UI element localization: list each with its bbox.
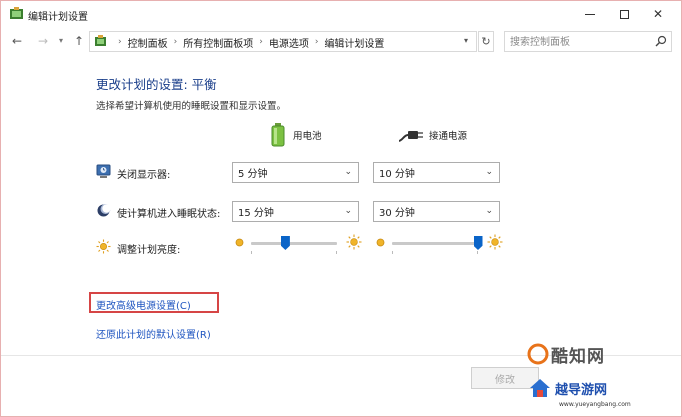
brightness-high-icon <box>487 234 503 250</box>
brightness-label: 调整计划亮度: <box>117 245 181 256</box>
maximize-icon <box>619 9 629 19</box>
search-icon <box>655 35 667 47</box>
slider-ticks <box>251 251 337 254</box>
search-input[interactable] <box>510 35 650 49</box>
up-button[interactable]: ↑ <box>71 33 87 49</box>
chevron-down-icon: ⌄ <box>344 206 352 216</box>
brightness-high-icon <box>346 234 362 250</box>
slider-track[interactable] <box>251 242 337 245</box>
left-arrow-icon: ← <box>11 34 23 48</box>
slider-thumb[interactable] <box>473 236 483 250</box>
main-content: 更改计划的设置: 平衡 选择希望计算机使用的睡眠设置和显示设置。 用电池 接通电… <box>1 56 681 356</box>
breadcrumb-separator: › <box>118 37 122 47</box>
restore-defaults-link[interactable]: 还原此计划的默认设置(R) <box>96 326 211 341</box>
save-changes-button[interactable]: 修改 <box>471 367 539 389</box>
chevron-down-icon: ⌄ <box>344 167 352 177</box>
sleep-moon-icon <box>97 204 111 217</box>
turn-off-display-plugged-select[interactable]: 10 分钟 ⌄ <box>373 162 500 183</box>
recent-locations-button[interactable]: ▾ <box>53 33 69 49</box>
brightness-low-icon <box>376 238 385 247</box>
breadcrumb-separator[interactable]: › <box>315 37 319 47</box>
search-box[interactable] <box>504 31 672 52</box>
footer-divider <box>1 355 681 356</box>
save-button-label: 修改 <box>495 374 515 386</box>
advanced-power-settings-link[interactable]: 更改高级电源设置(C) <box>96 297 191 312</box>
display-icon <box>96 164 111 178</box>
title-bar: 编辑计划设置 ✕ <box>1 1 681 27</box>
slider-ticks <box>392 251 478 254</box>
column-label-battery: 用电池 <box>293 131 322 142</box>
battery-icon <box>271 123 285 147</box>
sleep-plugged-select[interactable]: 30 分钟 ⌄ <box>373 201 500 222</box>
forward-button[interactable]: → <box>35 33 51 49</box>
turn-off-display-label: 关闭显示器: <box>117 170 171 181</box>
watermark-url: www.yueyangbang.com <box>559 401 631 408</box>
slider-thumb[interactable] <box>280 236 290 250</box>
breadcrumb-separator[interactable]: › <box>174 37 178 47</box>
select-value: 5 分钟 <box>238 169 268 180</box>
refresh-button[interactable]: ↻ <box>478 31 494 52</box>
chevron-down-icon: ⌄ <box>485 167 493 177</box>
select-value: 15 分钟 <box>238 208 274 219</box>
select-value: 10 分钟 <box>379 169 415 180</box>
close-icon: ✕ <box>652 7 664 21</box>
column-header-plugged-in: 接通电源 <box>399 120 467 150</box>
close-button[interactable]: ✕ <box>641 1 675 27</box>
navigation-bar: ← → ▾ ↑ › 控制面板 › 所有控制面板项 › 电源选项 › 编辑计划设置… <box>1 29 681 53</box>
sleep-battery-select[interactable]: 15 分钟 ⌄ <box>232 201 359 222</box>
refresh-icon: ↻ <box>481 35 491 48</box>
column-header-battery: 用电池 <box>271 120 322 150</box>
breadcrumb-all-items[interactable]: 所有控制面板项 <box>183 35 253 50</box>
address-bar[interactable]: › 控制面板 › 所有控制面板项 › 电源选项 › 编辑计划设置 ▾ <box>89 31 477 52</box>
breadcrumb-edit-plan[interactable]: 编辑计划设置 <box>324 35 384 50</box>
back-button[interactable]: ← <box>9 33 25 49</box>
control-panel-icon <box>95 35 106 46</box>
chevron-down-icon: ⌄ <box>485 206 493 216</box>
brightness-sun-icon <box>96 239 111 254</box>
maximize-button[interactable] <box>607 1 641 27</box>
edit-plan-settings-window: 编辑计划设置 ✕ ← → ▾ ↑ › 控制面板 › 所有控制面板项 › 电源选项… <box>0 0 682 417</box>
address-dropdown-icon[interactable]: ▾ <box>464 36 468 45</box>
breadcrumb-power-options[interactable]: 电源选项 <box>269 35 309 50</box>
chevron-down-icon: ▾ <box>58 36 63 45</box>
brightness-battery-slider[interactable] <box>234 233 362 255</box>
breadcrumb-separator[interactable]: › <box>259 37 263 47</box>
sleep-label: 使计算机进入睡眠状态: <box>117 209 221 220</box>
page-title: 更改计划的设置: 平衡 <box>96 77 217 92</box>
window-title: 编辑计划设置 <box>28 12 88 23</box>
column-label-plugged-in: 接通电源 <box>429 131 468 142</box>
minimize-button[interactable] <box>573 1 607 27</box>
brightness-plugged-slider[interactable] <box>375 233 503 255</box>
minimize-icon <box>585 13 595 15</box>
breadcrumb-control-panel[interactable]: 控制面板 <box>128 35 168 50</box>
breadcrumb: › 控制面板 › 所有控制面板项 › 电源选项 › 编辑计划设置 <box>112 35 384 50</box>
brightness-low-icon <box>235 238 244 247</box>
up-arrow-icon: ↑ <box>73 34 85 48</box>
select-value: 30 分钟 <box>379 208 415 219</box>
page-description: 选择希望计算机使用的睡眠设置和显示设置。 <box>96 101 287 112</box>
right-arrow-icon: → <box>37 34 49 48</box>
turn-off-display-battery-select[interactable]: 5 分钟 ⌄ <box>232 162 359 183</box>
slider-track[interactable] <box>392 242 478 245</box>
watermark-subtext: 越导游网 <box>555 383 608 398</box>
control-panel-app-icon <box>10 7 23 19</box>
power-plug-icon <box>399 131 423 142</box>
